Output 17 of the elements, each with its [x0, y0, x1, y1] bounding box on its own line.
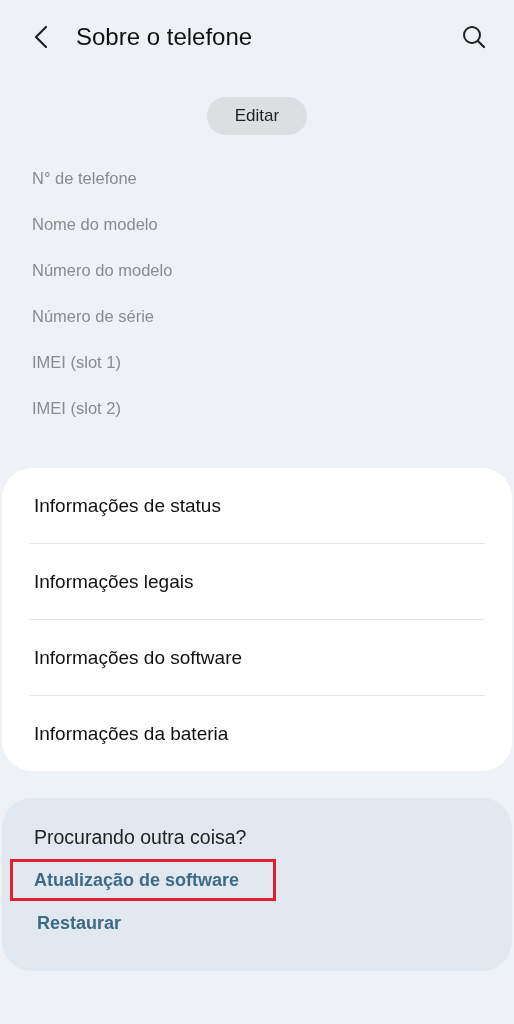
menu-item[interactable]: Informações de status [29, 468, 485, 543]
info-label: Número de série [32, 306, 155, 327]
menu-item[interactable]: Informações da bateria [29, 696, 485, 771]
suggestion-link[interactable]: Restaurar [31, 901, 125, 945]
page-title: Sobre o telefone [76, 23, 254, 51]
search-icon[interactable] [462, 25, 486, 49]
info-label: Número do modelo [32, 260, 174, 281]
info-label: N° de telefone [32, 168, 138, 189]
info-label: IMEI (slot 1) [32, 352, 122, 373]
menu-item[interactable]: Informações do software [29, 620, 485, 695]
suggestion-title: Procurando outra coisa? [34, 826, 247, 849]
suggestion-link[interactable]: Atualização de software [10, 859, 277, 901]
info-label: IMEI (slot 2) [32, 398, 122, 419]
menu-item[interactable]: Informações legais [29, 544, 485, 619]
edit-button[interactable]: Editar [207, 97, 307, 135]
back-icon[interactable] [34, 25, 48, 49]
info-label: Nome do modelo [32, 214, 159, 235]
